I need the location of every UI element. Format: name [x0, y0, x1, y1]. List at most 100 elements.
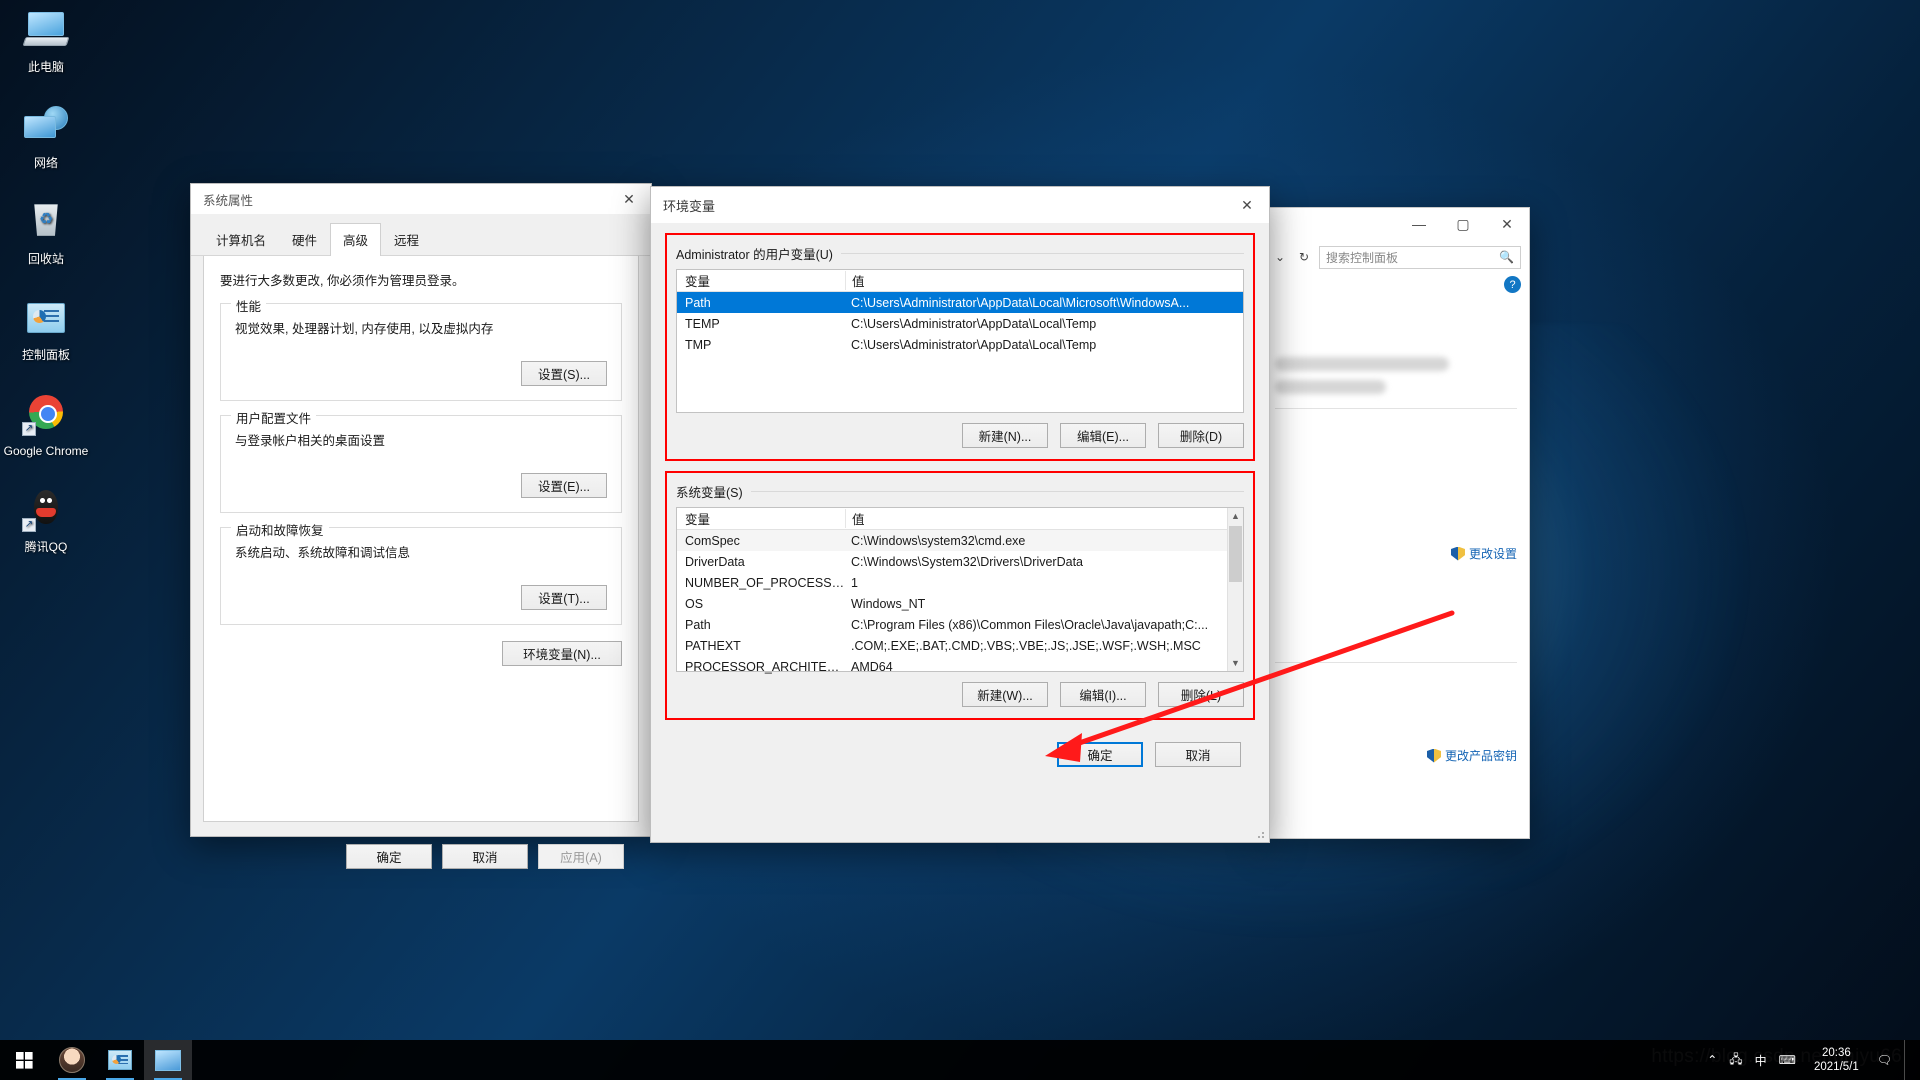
group-description: 系统启动、系统故障和调试信息 [235, 542, 607, 561]
help-icon[interactable]: ? [1504, 276, 1521, 293]
environment-variables-button[interactable]: 环境变量(N)... [502, 641, 622, 666]
maximize-button[interactable]: ▢ [1441, 207, 1485, 241]
cell-variable: Path [677, 618, 845, 632]
keyboard-icon[interactable]: ⌨ [1779, 1053, 1796, 1067]
action-center-icon[interactable]: 🗨 [1877, 1053, 1892, 1067]
table-row[interactable]: TMP C:\Users\Administrator\AppData\Local… [677, 334, 1243, 355]
table-row[interactable]: Path C:\Program Files (x86)\Common Files… [677, 614, 1243, 635]
ok-button[interactable]: 确定 [346, 844, 432, 869]
chevron-down-icon[interactable]: ⌄ [1271, 250, 1289, 264]
taskbar-item-user-avatar[interactable] [48, 1040, 96, 1080]
control-panel-content: 更改设置 更改产品密钥 [1263, 293, 1529, 774]
desktop-icon-qq[interactable]: 腾讯QQ [0, 484, 92, 562]
chevron-up-icon[interactable]: ⌃ [1707, 1053, 1717, 1067]
search-icon: 🔍 [1499, 250, 1514, 264]
scroll-up-icon[interactable]: ▲ [1228, 508, 1243, 524]
desktop-icon-network[interactable]: 网络 [0, 100, 92, 178]
table-row[interactable]: PATHEXT .COM;.EXE;.BAT;.CMD;.VBS;.VBE;.J… [677, 635, 1243, 656]
user-profiles-settings-button[interactable]: 设置(E)... [521, 473, 607, 498]
user-variables-buttons: 新建(N)... 编辑(E)... 删除(D) [676, 423, 1244, 448]
user-variables-table[interactable]: 变量 值 Path C:\Users\Administrator\AppData… [676, 269, 1244, 413]
system-new-button[interactable]: 新建(W)... [962, 682, 1048, 707]
change-settings-link[interactable]: 更改设置 [1275, 545, 1517, 562]
performance-settings-button[interactable]: 设置(S)... [521, 361, 607, 386]
desktop-icon-control-panel[interactable]: 控制面板 [0, 292, 92, 370]
shortcut-arrow-icon [22, 518, 36, 532]
close-button[interactable]: ✕ [607, 182, 651, 216]
user-new-button[interactable]: 新建(N)... [962, 423, 1048, 448]
tab-computer-name[interactable]: 计算机名 [203, 223, 279, 256]
ime-indicator[interactable]: 中 [1755, 1052, 1767, 1069]
taskbar: ⌃ 🖧 中 ⌨ 20:36 2021/5/1 🗨 [0, 1040, 1920, 1080]
user-edit-button[interactable]: 编辑(E)... [1060, 423, 1146, 448]
cell-value: C:\Users\Administrator\AppData\Local\Tem… [845, 338, 1243, 352]
startup-recovery-settings-button[interactable]: 设置(T)... [521, 585, 607, 610]
control-panel-titlebar[interactable]: — ▢ ✕ [1263, 208, 1529, 240]
ok-button[interactable]: 确定 [1057, 742, 1143, 767]
column-header-variable: 变量 [677, 271, 845, 290]
show-desktop-button[interactable] [1904, 1040, 1912, 1080]
change-product-key-link[interactable]: 更改产品密钥 [1275, 747, 1517, 764]
close-button[interactable]: ✕ [1225, 188, 1269, 222]
cell-value: C:\Windows\System32\Drivers\DriverData [845, 555, 1243, 569]
cell-value: .COM;.EXE;.BAT;.CMD;.VBS;.VBE;.JS;.JSE;.… [845, 639, 1243, 653]
desktop-icon-label: 控制面板 [2, 348, 90, 362]
resize-grip[interactable] [1254, 828, 1266, 840]
tab-advanced[interactable]: 高级 [330, 223, 381, 256]
search-placeholder: 搜索控制面板 [1326, 249, 1398, 266]
chrome-icon [22, 394, 70, 438]
desktop-icon-chrome[interactable]: Google Chrome [0, 388, 92, 466]
system-delete-button[interactable]: 删除(L) [1158, 682, 1244, 707]
desktop-icon-label: 腾讯QQ [2, 540, 90, 554]
scrollbar-thumb[interactable] [1229, 526, 1242, 582]
table-row[interactable]: PROCESSOR_ARCHITECT... AMD64 [677, 656, 1243, 677]
table-row[interactable]: DriverData C:\Windows\System32\Drivers\D… [677, 551, 1243, 572]
system-properties-titlebar[interactable]: 系统属性 ✕ [191, 184, 651, 214]
user-delete-button[interactable]: 删除(D) [1158, 423, 1244, 448]
start-button[interactable] [0, 1040, 48, 1080]
environment-variables-titlebar[interactable]: 环境变量 ✕ [651, 187, 1269, 223]
taskbar-item-control-panel[interactable] [96, 1040, 144, 1080]
divider [1275, 408, 1517, 409]
desktop-icon-recycle-bin[interactable]: 回收站 [0, 196, 92, 274]
control-panel-icon [22, 298, 70, 342]
cell-value: AMD64 [845, 660, 1243, 674]
vertical-scrollbar[interactable]: ▲ ▼ [1227, 508, 1243, 671]
minimize-button[interactable]: — [1397, 207, 1441, 241]
table-row[interactable]: OS Windows_NT [677, 593, 1243, 614]
column-header-value: 值 [845, 271, 1243, 290]
avatar [59, 1047, 85, 1073]
table-row[interactable]: NUMBER_OF_PROCESSORS 1 [677, 572, 1243, 593]
cell-variable: TEMP [677, 317, 845, 331]
performance-group: 性能 视觉效果, 处理器计划, 内存使用, 以及虚拟内存 设置(S)... [220, 303, 622, 401]
refresh-icon[interactable]: ↻ [1295, 250, 1313, 264]
cancel-button[interactable]: 取消 [442, 844, 528, 869]
cell-variable: ComSpec [677, 534, 845, 548]
tab-hardware[interactable]: 硬件 [279, 223, 330, 256]
search-input[interactable]: 搜索控制面板 🔍 [1319, 246, 1521, 269]
taskbar-clock[interactable]: 20:36 2021/5/1 [1808, 1046, 1865, 1074]
help-row: ? [1263, 274, 1529, 293]
window-title: 系统属性 [203, 190, 253, 209]
table-rows: Path C:\Users\Administrator\AppData\Loca… [677, 292, 1243, 355]
close-button[interactable]: ✕ [1485, 207, 1529, 241]
admin-note: 要进行大多数更改, 你必须作为管理员登录。 [220, 270, 622, 289]
cell-value: 1 [845, 576, 1243, 590]
scroll-down-icon[interactable]: ▼ [1228, 655, 1243, 671]
system-variables-table[interactable]: 变量 值 ComSpec C:\Windows\system32\cmd.exe… [676, 507, 1244, 672]
desktop-icon-this-pc[interactable]: 此电脑 [0, 4, 92, 82]
system-edit-button[interactable]: 编辑(I)... [1060, 682, 1146, 707]
table-row[interactable]: Path C:\Users\Administrator\AppData\Loca… [677, 292, 1243, 313]
cancel-button[interactable]: 取消 [1155, 742, 1241, 767]
control-panel-address-bar: ⌄ ↻ 搜索控制面板 🔍 [1263, 240, 1529, 274]
system-window-icon [155, 1050, 181, 1071]
network-icon[interactable]: 🖧 [1729, 1050, 1742, 1071]
redacted-text [1275, 357, 1449, 371]
divider [1275, 662, 1517, 663]
taskbar-item-system-properties[interactable] [144, 1040, 192, 1080]
table-row[interactable]: ComSpec C:\Windows\system32\cmd.exe [677, 530, 1243, 551]
column-header-value: 值 [845, 509, 1243, 528]
tab-remote[interactable]: 远程 [381, 223, 432, 256]
shield-icon [1427, 749, 1441, 763]
table-row[interactable]: TEMP C:\Users\Administrator\AppData\Loca… [677, 313, 1243, 334]
